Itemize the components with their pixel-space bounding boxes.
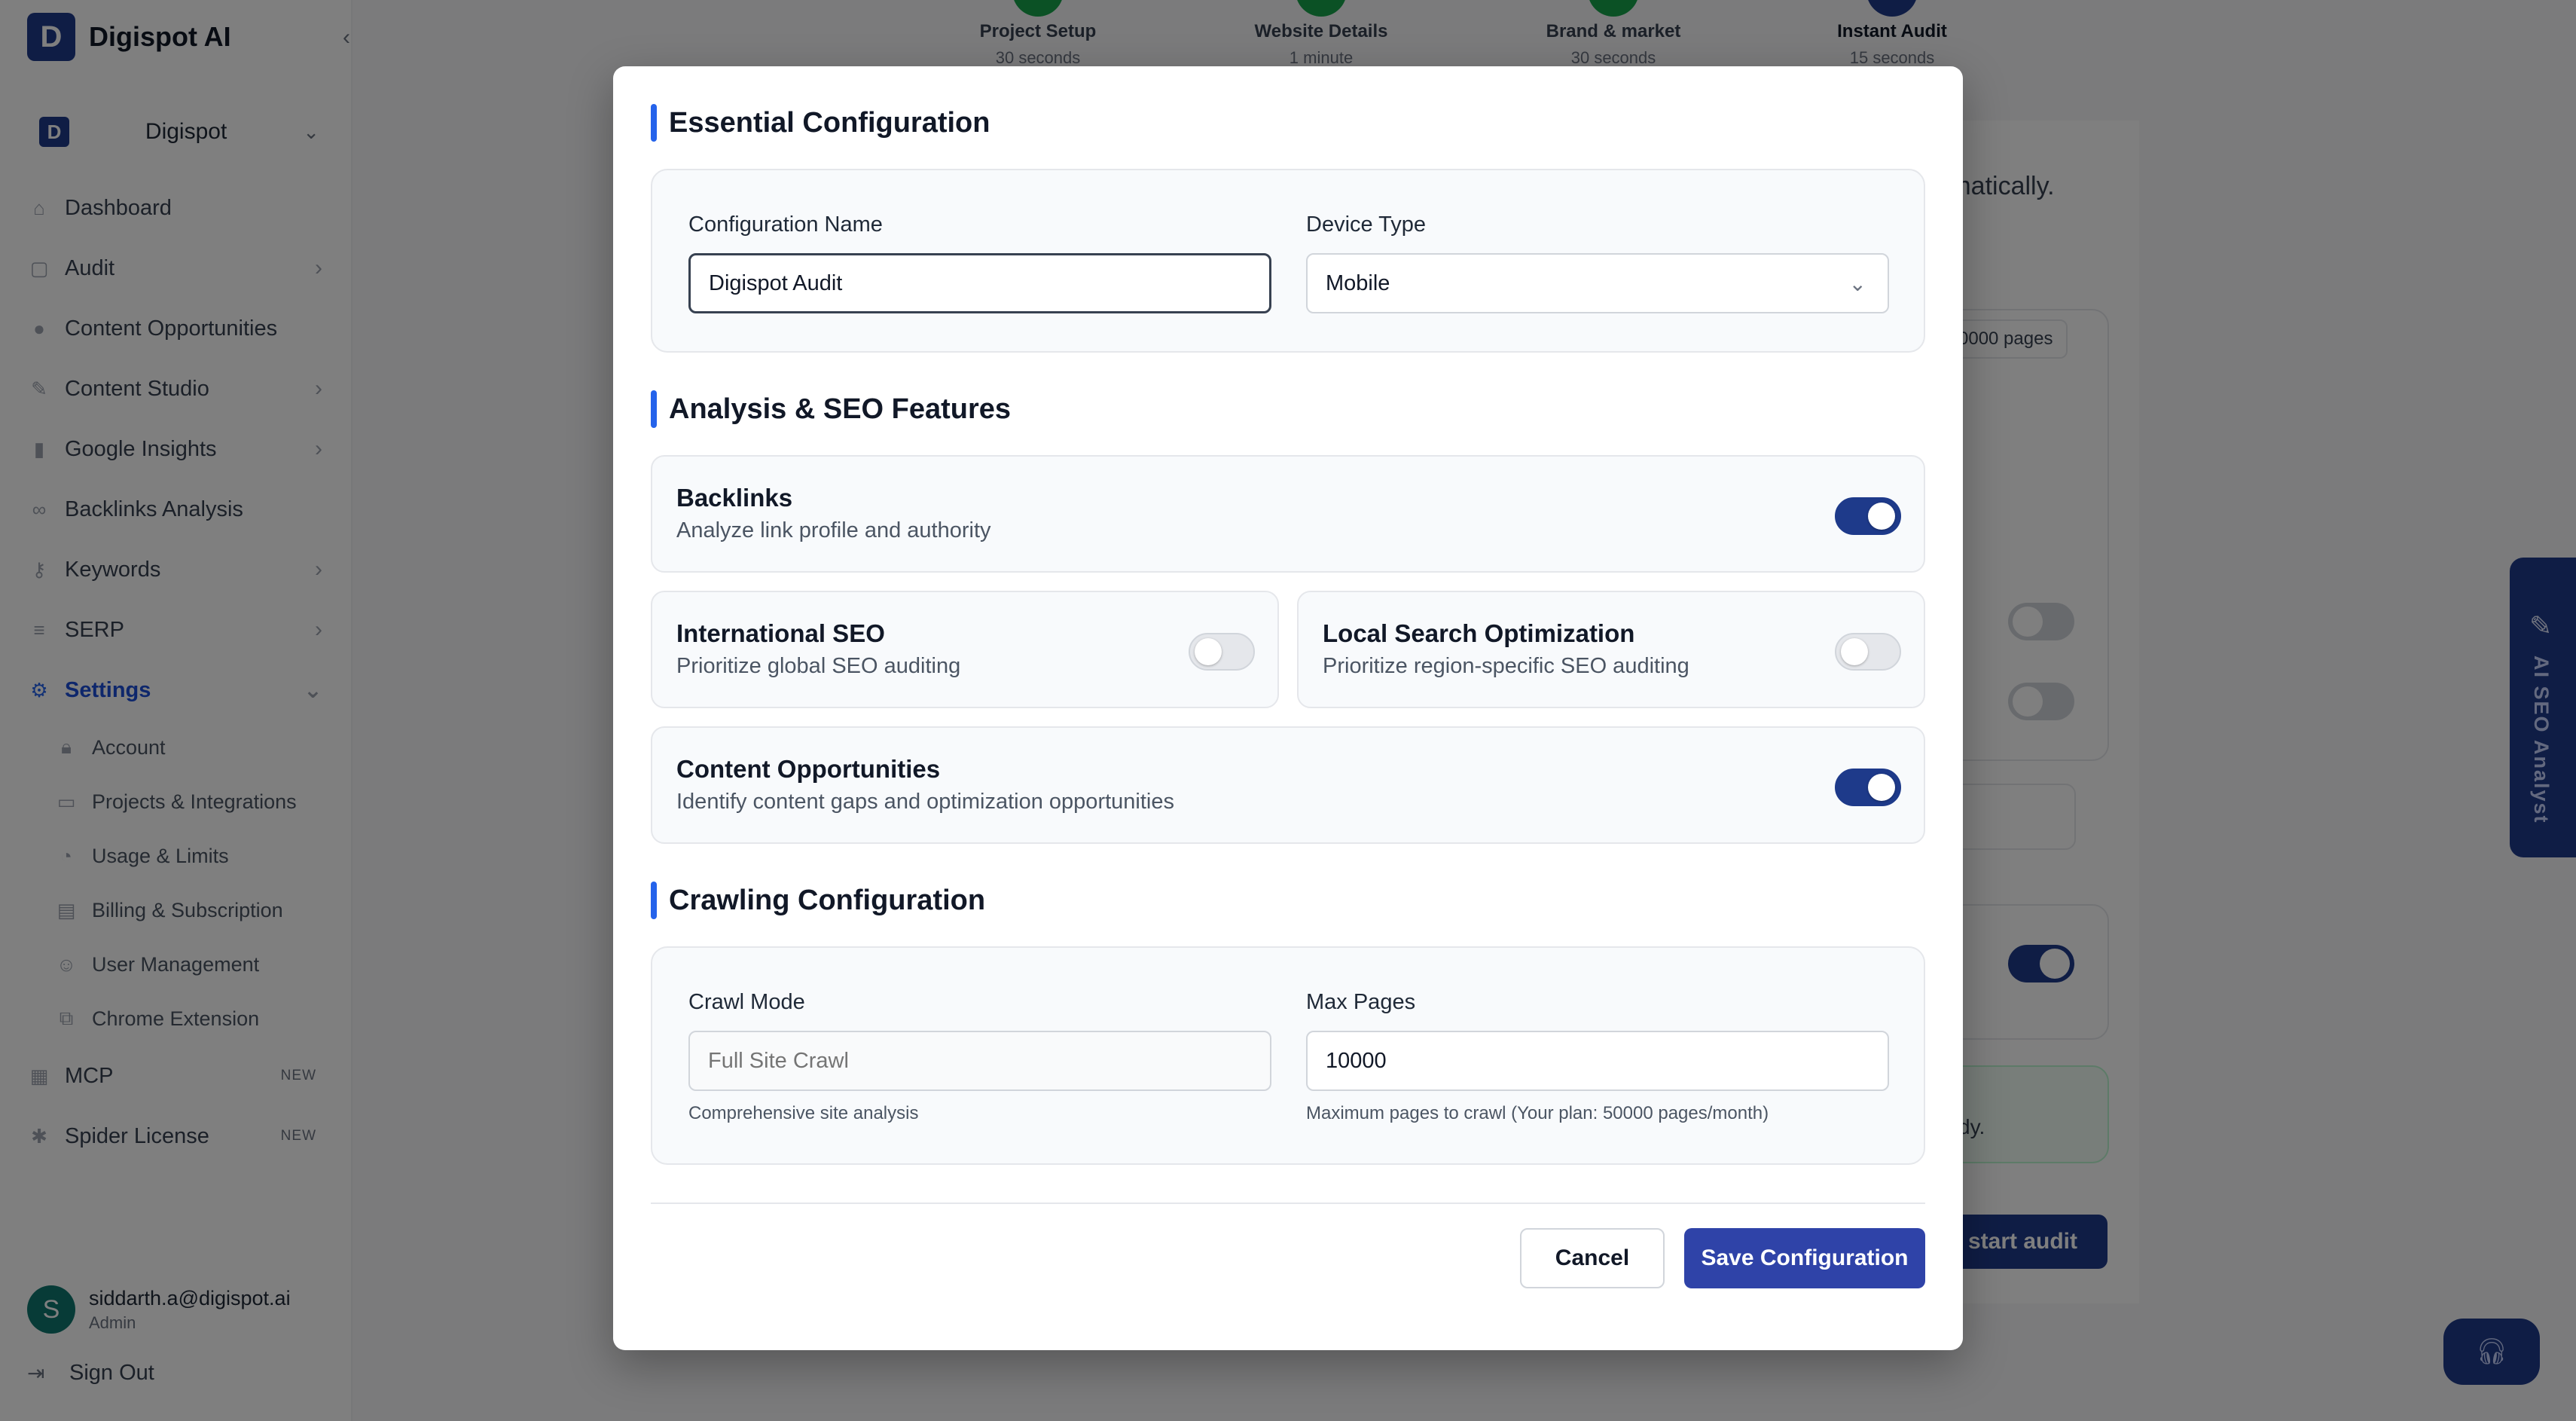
section-accent-bar	[651, 390, 657, 428]
chevron-down-icon: ⌄	[1848, 271, 1866, 295]
feature-local-search: Local Search Optimization Prioritize reg…	[1297, 591, 1925, 708]
toggle-knob	[1868, 503, 1895, 530]
backlinks-toggle[interactable]	[1835, 497, 1901, 535]
essential-config-panel: Configuration Name Device Type Mobile ⌄	[651, 169, 1925, 353]
device-type-select[interactable]: Mobile ⌄	[1306, 253, 1889, 313]
save-configuration-button[interactable]: Save Configuration	[1684, 1228, 1925, 1288]
max-pages-help: Maximum pages to crawl (Your plan: 50000…	[1306, 1103, 1769, 1123]
section-accent-bar	[651, 104, 657, 142]
config-name-label: Configuration Name	[688, 212, 883, 237]
crawl-mode-help: Comprehensive site analysis	[688, 1103, 919, 1123]
section-title: Analysis & SEO Features	[669, 393, 1012, 425]
device-type-value: Mobile	[1326, 270, 1390, 295]
international-seo-toggle[interactable]	[1189, 633, 1255, 671]
section-title: Essential Configuration	[669, 106, 990, 139]
content-opportunities-toggle[interactable]	[1835, 769, 1901, 806]
crawling-config-heading: Crawling Configuration	[651, 882, 985, 919]
feature-title: International SEO	[676, 619, 885, 647]
local-search-toggle[interactable]	[1835, 633, 1901, 671]
cancel-button[interactable]: Cancel	[1520, 1228, 1665, 1288]
feature-description: Prioritize global SEO auditing	[676, 654, 961, 678]
toggle-knob	[1195, 638, 1222, 665]
crawl-mode-input[interactable]	[688, 1031, 1271, 1091]
toggle-knob	[1868, 774, 1895, 801]
feature-title: Local Search Optimization	[1323, 619, 1635, 647]
feature-title: Backlinks	[676, 484, 793, 512]
section-accent-bar	[651, 882, 657, 919]
feature-content-opportunities: Content Opportunities Identify content g…	[651, 726, 1925, 844]
feature-description: Identify content gaps and optimization o…	[676, 790, 1174, 814]
config-name-input[interactable]	[688, 253, 1271, 313]
crawling-config-panel: Crawl Mode Comprehensive site analysis M…	[651, 946, 1925, 1165]
max-pages-label: Max Pages	[1306, 990, 1416, 1014]
feature-backlinks: Backlinks Analyze link profile and autho…	[651, 455, 1925, 573]
section-title: Crawling Configuration	[669, 884, 986, 916]
device-type-label: Device Type	[1306, 212, 1427, 237]
feature-description: Prioritize region-specific SEO auditing	[1323, 654, 1689, 678]
audit-configuration-modal: Essential Configuration Configuration Na…	[613, 66, 1963, 1350]
feature-title: Content Opportunities	[676, 755, 941, 783]
feature-description: Analyze link profile and authority	[676, 518, 991, 542]
essential-config-heading: Essential Configuration	[651, 104, 990, 142]
footer-divider	[651, 1203, 1925, 1204]
toggle-knob	[1841, 638, 1868, 665]
crawl-mode-label: Crawl Mode	[688, 990, 805, 1014]
analysis-features-heading: Analysis & SEO Features	[651, 390, 1011, 428]
feature-international-seo: International SEO Prioritize global SEO …	[651, 591, 1279, 708]
max-pages-input[interactable]	[1306, 1031, 1889, 1091]
